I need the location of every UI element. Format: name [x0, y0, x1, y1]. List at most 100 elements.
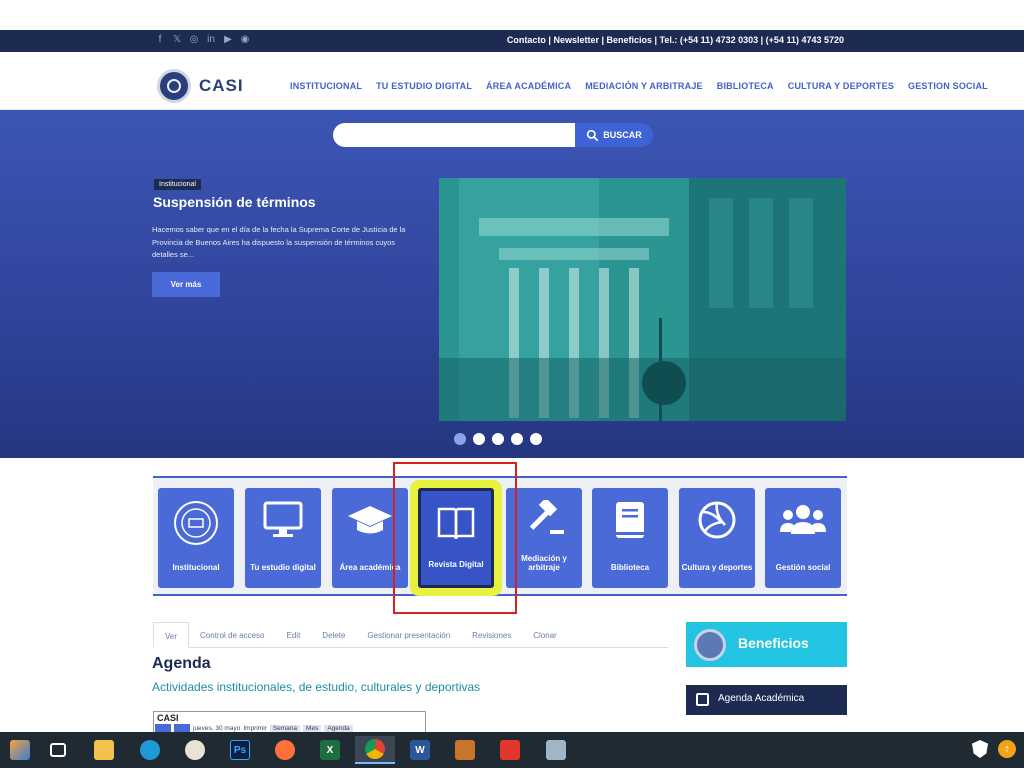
tab-revisiones[interactable]: Revisiones — [461, 622, 522, 648]
edge-icon[interactable] — [130, 736, 170, 764]
site-header: CASI INSTITUCIONAL TU ESTUDIO DIGITAL ÁR… — [0, 52, 1024, 110]
update-arrow-icon[interactable]: ↑ — [998, 740, 1016, 758]
x-icon[interactable]: 𝕏 — [172, 34, 182, 45]
users-icon — [780, 505, 826, 534]
calendar-prev-button[interactable] — [155, 724, 171, 732]
chrome-icon[interactable] — [355, 736, 395, 764]
tile-label: Cultura y deportes — [681, 563, 753, 572]
slide-category-badge: Institucional — [154, 179, 201, 190]
search-icon — [587, 129, 599, 141]
excel-icon[interactable]: X — [310, 736, 350, 764]
nav-gestion-social[interactable]: GESTION SOCIAL — [908, 81, 988, 91]
linkedin-icon[interactable]: in — [206, 34, 216, 45]
tab-gestionar-presentacion[interactable]: Gestionar presentación — [356, 622, 461, 648]
open-book-icon — [437, 507, 475, 540]
slider-dot[interactable] — [473, 433, 485, 445]
tile-cultura-deportes[interactable]: Cultura y deportes — [679, 488, 755, 588]
tab-edit[interactable]: Edit — [276, 622, 312, 648]
gavel-icon — [529, 500, 564, 534]
rss-icon[interactable]: ◉ — [240, 34, 250, 45]
acrobat-icon[interactable] — [490, 736, 530, 764]
agenda-academica-label: Agenda Académica — [718, 693, 805, 704]
tile-biblioteca[interactable]: Biblioteca — [592, 488, 668, 588]
start-icon[interactable] — [0, 736, 40, 764]
tile-area-academica[interactable]: Área académica — [332, 488, 408, 588]
nav-institucional[interactable]: INSTITUCIONAL — [290, 81, 362, 91]
file-explorer-icon[interactable] — [84, 736, 124, 764]
calendar-next-button[interactable] — [174, 724, 190, 732]
tile-label: Revista Digital — [428, 560, 484, 569]
tab-delete[interactable]: Delete — [311, 622, 356, 648]
slider-dot[interactable] — [511, 433, 523, 445]
tile-gestion-social[interactable]: Gestión social — [765, 488, 841, 588]
top-info-bar: f 𝕏 ◎ in ▶ ◉ Contacto | Newsletter | Ben… — [0, 30, 1024, 52]
calendar-icon — [696, 693, 709, 706]
contact-links[interactable]: Contacto | Newsletter | Beneficios | Tel… — [507, 35, 844, 45]
tile-institucional[interactable]: Institucional — [158, 488, 234, 588]
task-view-icon[interactable] — [38, 736, 78, 764]
tile-mediacion-arbitraje[interactable]: Mediación y arbitraje — [506, 488, 582, 588]
seal-icon — [174, 501, 218, 545]
instagram-icon[interactable]: ◎ — [189, 34, 199, 45]
book-icon — [616, 502, 644, 538]
page-subtitle: Actividades institucionales, de estudio,… — [152, 680, 481, 694]
nav-area-academica[interactable]: ÁREA ACADÉMICA — [486, 81, 571, 91]
nav-cultura-deportes[interactable]: CULTURA Y DEPORTES — [788, 81, 894, 91]
building-photo — [439, 178, 846, 421]
system-tray: ↑ — [972, 740, 1016, 758]
tile-label: Gestión social — [775, 563, 831, 572]
search-bar: BUSCAR — [333, 123, 653, 147]
beneficios-label: Beneficios — [738, 635, 809, 651]
calendar-view-month[interactable]: Mes — [303, 724, 322, 732]
photoshop-icon[interactable]: Ps — [220, 736, 260, 764]
calendar-title: CASI — [157, 713, 179, 723]
tab-control-de-acceso[interactable]: Control de acceso — [189, 622, 275, 648]
calendar-toolbar: jueves, 30 mayo Imprimir Semana Mes Agen… — [155, 724, 353, 732]
tile-label: Institucional — [172, 563, 220, 572]
main-nav: INSTITUCIONAL TU ESTUDIO DIGITAL ÁREA AC… — [290, 81, 988, 91]
calendar-date[interactable]: jueves, 30 mayo — [193, 725, 240, 732]
tab-clonar[interactable]: Clonar — [522, 622, 568, 648]
casi-seal-icon — [694, 629, 726, 661]
tab-ver[interactable]: Ver — [153, 622, 190, 648]
youtube-icon[interactable]: ▶ — [223, 34, 233, 45]
tile-label: Mediación y arbitraje — [521, 554, 567, 572]
slider-dot[interactable] — [492, 433, 504, 445]
beneficios-banner[interactable]: Beneficios — [686, 622, 847, 667]
search-button[interactable]: BUSCAR — [575, 123, 653, 147]
quick-access-tiles: Institucional Tu estudio digital Área ac… — [153, 476, 847, 596]
graduation-cap-icon — [348, 506, 392, 534]
paint-icon[interactable] — [175, 736, 215, 764]
tile-tu-estudio-digital[interactable]: Tu estudio digital — [245, 488, 321, 588]
calendar-embed[interactable]: CASI jueves, 30 mayo Imprimir Semana Mes… — [153, 711, 426, 733]
slider-dot[interactable] — [530, 433, 542, 445]
slide-title[interactable]: Suspensión de términos — [153, 194, 316, 210]
volleyball-icon — [698, 501, 736, 539]
security-shield-icon[interactable] — [972, 740, 988, 758]
tile-revista-digital[interactable]: Revista Digital — [418, 488, 494, 588]
agenda-academica-button[interactable]: Agenda Académica — [686, 685, 847, 715]
ver-mas-button[interactable]: Ver más — [152, 272, 220, 297]
nav-mediacion-arbitraje[interactable]: MEDIACIÓN Y ARBITRAJE — [585, 81, 703, 91]
slider-dots — [454, 433, 542, 445]
nav-biblioteca[interactable]: BIBLIOTECA — [717, 81, 774, 91]
browser-top-strip — [0, 0, 1024, 30]
slide-image[interactable] — [439, 178, 846, 421]
calendar-print-link[interactable]: Imprimir — [243, 725, 266, 732]
search-button-label: BUSCAR — [603, 130, 642, 140]
casi-logo-icon[interactable] — [157, 69, 191, 103]
slider-dot[interactable] — [454, 433, 466, 445]
word-icon[interactable]: W — [400, 736, 440, 764]
calendar-view-agenda[interactable]: Agenda — [324, 724, 353, 732]
firefox-icon[interactable] — [265, 736, 305, 764]
search-input[interactable] — [333, 123, 577, 147]
calculator-icon[interactable] — [445, 736, 485, 764]
calendar-view-week[interactable]: Semana — [269, 724, 301, 732]
camera-icon[interactable] — [536, 736, 576, 764]
social-links: f 𝕏 ◎ in ▶ ◉ — [155, 34, 250, 45]
nav-tu-estudio-digital[interactable]: TU ESTUDIO DIGITAL — [376, 81, 472, 91]
facebook-icon[interactable]: f — [155, 34, 165, 45]
logo-text[interactable]: CASI — [199, 76, 244, 96]
monitor-icon — [263, 501, 303, 537]
hero-section: BUSCAR Institucional Suspensión de térmi… — [0, 110, 1024, 458]
